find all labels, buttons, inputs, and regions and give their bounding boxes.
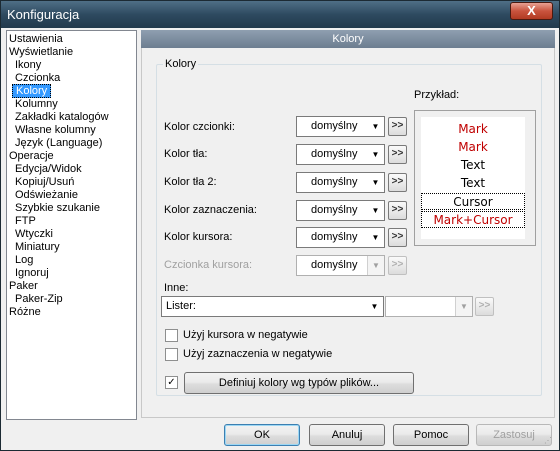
chevron-down-icon: ▼ xyxy=(370,302,379,311)
tree-item-miniatury[interactable]: Miniatury xyxy=(7,241,136,254)
tree-item-kolumny[interactable]: Kolumny xyxy=(7,98,136,111)
selection-color-more-button[interactable]: >> xyxy=(388,201,407,220)
bg-color2-more-button[interactable]: >> xyxy=(388,173,407,192)
group-title: Kolory xyxy=(163,58,199,70)
negative-cursor-checkbox[interactable] xyxy=(165,329,178,342)
chevron-down-icon: ▼ xyxy=(371,178,380,187)
negative-selection-checkbox[interactable] xyxy=(165,348,178,361)
chevron-down-icon: ▼ xyxy=(455,297,472,316)
define-colors-button[interactable]: Definiuj kolory wg typów plików... xyxy=(184,372,414,394)
ok-button[interactable]: OK xyxy=(224,424,300,446)
cursor-font-more-button[interactable]: >> xyxy=(388,256,407,275)
config-window: Konfiguracja X Ustawienia Wyświetlanie I… xyxy=(0,0,560,451)
tree-item-edycja-widok[interactable]: Edycja/Widok xyxy=(7,163,136,176)
bg-color-combo[interactable]: domyślny ▼ xyxy=(296,144,385,165)
cursor-color-combo[interactable]: domyślny ▼ xyxy=(296,227,385,248)
tree-item-rozne[interactable]: Różne xyxy=(7,306,136,319)
font-color-more-button[interactable]: >> xyxy=(388,117,407,136)
font-color-combo[interactable]: domyślny ▼ xyxy=(296,116,385,137)
title-bar[interactable]: Konfiguracja X xyxy=(1,1,559,28)
preview-mark-cursor: Mark+Cursor xyxy=(421,211,525,228)
example-label: Przykład: xyxy=(414,89,460,101)
tree-item-ignoruj[interactable]: Ignoruj xyxy=(7,267,136,280)
tree-item-paker-zip[interactable]: Paker-Zip xyxy=(7,293,136,306)
tree-item-operacje[interactable]: Operacje xyxy=(7,150,136,163)
tree-item-odswiezanie[interactable]: Odświeżanie xyxy=(7,189,136,202)
resize-grip-icon[interactable]: ⋰ xyxy=(544,436,554,446)
tree-item-wlasne-kolumny[interactable]: Własne kolumny xyxy=(7,124,136,137)
preview-text-2: Text xyxy=(460,176,486,190)
checkmark-icon: ✓ xyxy=(167,377,176,388)
panel-header: Kolory xyxy=(141,30,555,48)
cursor-font-combo[interactable]: domyślny ▼ xyxy=(296,255,385,276)
color-preview: Mark Mark Text Text Cursor Mark+Cursor xyxy=(414,110,536,246)
inne-secondary-combo[interactable]: ▼ xyxy=(385,296,473,317)
tree-item-wyswietlanie[interactable]: Wyświetlanie xyxy=(7,46,136,59)
negative-cursor-label: Użyj kursora w negatywie xyxy=(183,329,308,341)
bg-color2-combo[interactable]: domyślny ▼ xyxy=(296,172,385,193)
inne-combo[interactable]: Lister: ▼ xyxy=(161,296,384,317)
preview-mark-2: Mark xyxy=(458,140,488,154)
tree-item-log[interactable]: Log xyxy=(7,254,136,267)
selection-color-combo[interactable]: domyślny ▼ xyxy=(296,200,385,221)
preview-mark-1: Mark xyxy=(458,122,488,136)
settings-tree[interactable]: Ustawienia Wyświetlanie Ikony Czcionka K… xyxy=(6,30,137,420)
chevron-down-icon: ▼ xyxy=(371,233,380,242)
tree-item-paker[interactable]: Paker xyxy=(7,280,136,293)
tree-item-zakladki[interactable]: Zakładki katalogów xyxy=(7,111,136,124)
font-color-label: Kolor czcionki: xyxy=(164,121,235,133)
tree-item-szybkie-szukanie[interactable]: Szybkie szukanie xyxy=(7,202,136,215)
chevron-down-icon: ▼ xyxy=(371,122,380,131)
cursor-color-label: Kolor kursora: xyxy=(164,231,233,243)
tree-item-wtyczki[interactable]: Wtyczki xyxy=(7,228,136,241)
preview-area: Mark Mark Text Text Cursor Mark+Cursor xyxy=(421,117,525,239)
tree-item-jezyk[interactable]: Język (Language) xyxy=(7,137,136,150)
preview-cursor: Cursor xyxy=(421,193,525,210)
inne-label: Inne: xyxy=(164,282,189,294)
tree-item-kopiuj-usun[interactable]: Kopiuj/Usuń xyxy=(7,176,136,189)
window-title: Konfiguracja xyxy=(7,7,80,22)
close-button[interactable]: X xyxy=(510,2,553,20)
chevron-down-icon: ▼ xyxy=(367,256,384,275)
tree-item-ftp[interactable]: FTP xyxy=(7,215,136,228)
bg-color2-label: Kolor tła 2: xyxy=(164,176,217,188)
cancel-button[interactable]: Anuluj xyxy=(309,424,385,446)
bg-color-more-button[interactable]: >> xyxy=(388,145,407,164)
bg-color-label: Kolor tła: xyxy=(164,148,208,160)
dialog-client: Ustawienia Wyświetlanie Ikony Czcionka K… xyxy=(4,28,556,448)
chevron-down-icon: ▼ xyxy=(371,150,380,159)
chevron-down-icon: ▼ xyxy=(371,206,380,215)
tree-item-ustawienia[interactable]: Ustawienia xyxy=(7,33,136,46)
negative-selection-label: Użyj zaznaczenia w negatywie xyxy=(183,348,333,360)
preview-text-1: Text xyxy=(460,158,486,172)
help-button[interactable]: Pomoc xyxy=(393,424,469,446)
cursor-color-more-button[interactable]: >> xyxy=(388,228,407,247)
apply-button[interactable]: Zastosuj xyxy=(476,424,552,446)
cursor-font-label: Czcionka kursora: xyxy=(164,259,253,271)
inne-more-button[interactable]: >> xyxy=(475,297,494,316)
tree-item-kolory[interactable]: Kolory xyxy=(7,84,136,98)
selection-color-label: Kolor zaznaczenia: xyxy=(164,204,257,216)
define-colors-checkbox[interactable]: ✓ xyxy=(165,376,178,389)
tree-item-ikony[interactable]: Ikony xyxy=(7,59,136,72)
close-icon: X xyxy=(527,3,536,18)
